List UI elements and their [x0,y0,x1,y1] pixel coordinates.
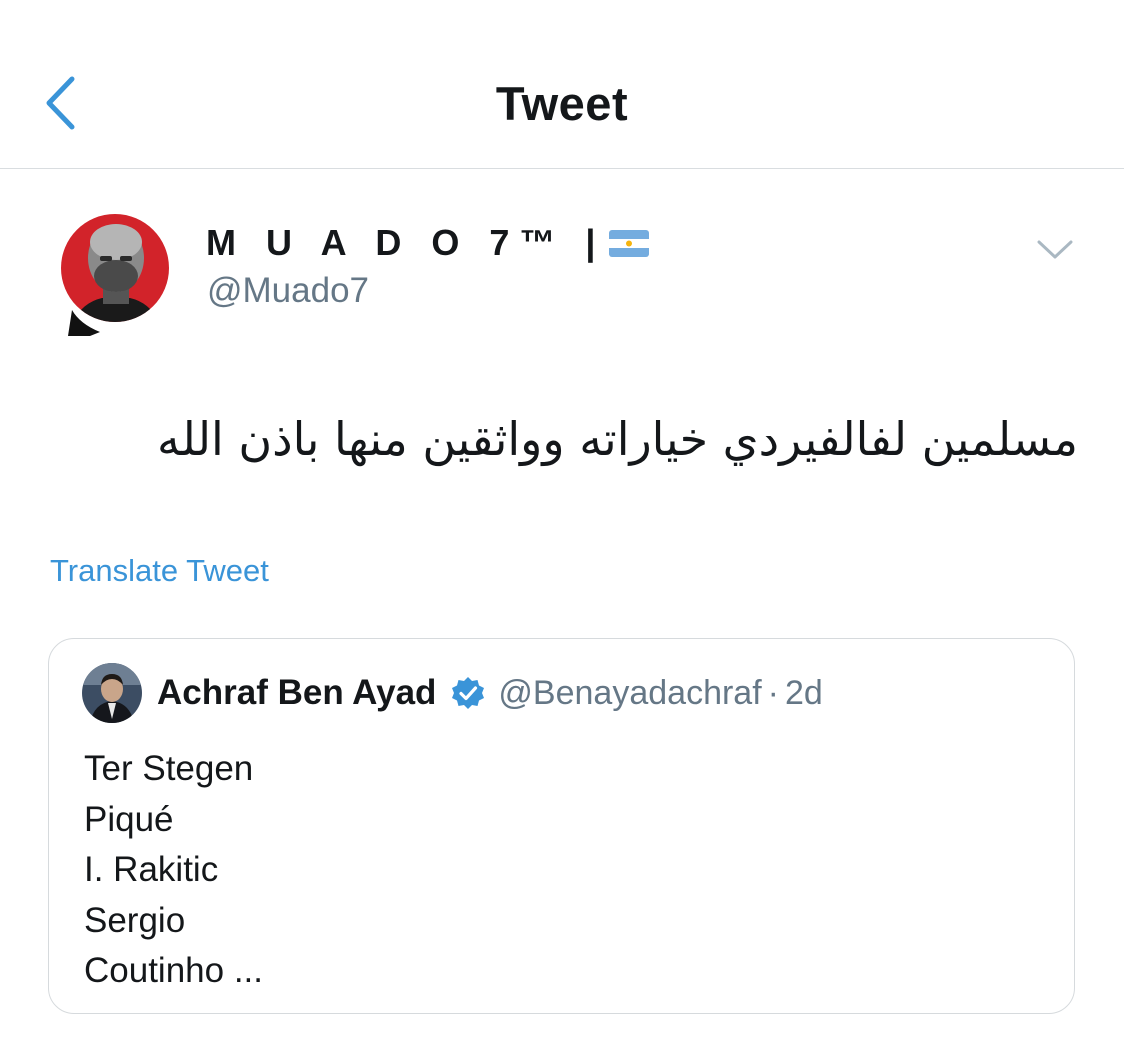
chevron-down-icon [1037,240,1073,259]
tweet-author: M U A D O 7™ | @Muado7 [60,200,1080,340]
argentina-flag-icon [609,229,650,257]
quoted-text-line: Piqué [84,799,174,839]
quoted-timestamp: 2d [784,673,823,712]
tweet-options-button[interactable] [1030,230,1080,270]
translate-tweet-link[interactable]: Translate Tweet [50,553,269,589]
quoted-text-line: Coutinho ... [84,951,263,990]
quoted-author-name: Achraf Ben Ayad [157,673,437,712]
avatar[interactable] [60,200,171,336]
author-display-name[interactable]: M U A D O 7™ | [206,222,605,264]
top-nav-bar: Tweet [0,0,1124,169]
separator-dot: · [767,673,779,712]
quoted-text-line: I. Rakitic [84,850,219,889]
tweet-text: مسلمين لفالفيردي خياراته وواثقين منها با… [157,412,1078,466]
author-name-row: M U A D O 7™ | [206,222,650,264]
author-handle[interactable]: @Muado7 [207,271,369,311]
quoted-tweet-text: Ter Stegen Piqué I. Rakitic Sergio Couti… [84,744,263,997]
quoted-text-line: Sergio [84,900,186,940]
page-title: Tweet [495,77,629,130]
verified-badge-icon [450,675,486,711]
quoted-tweet-card[interactable]: Achraf Ben Ayad @Benayadachraf · 2d Ter … [48,638,1075,1014]
tweet-detail-screen: Tweet M U A D O 7™ | @Muado7 مسلمين لفال… [0,0,1124,1057]
quoted-tweet-header: Achraf Ben Ayad @Benayadachraf · 2d [157,673,823,713]
quoted-avatar [82,663,142,723]
quoted-text-line: Ter Stegen [84,749,254,788]
quoted-author-handle: @Benayadachraf [498,673,762,712]
